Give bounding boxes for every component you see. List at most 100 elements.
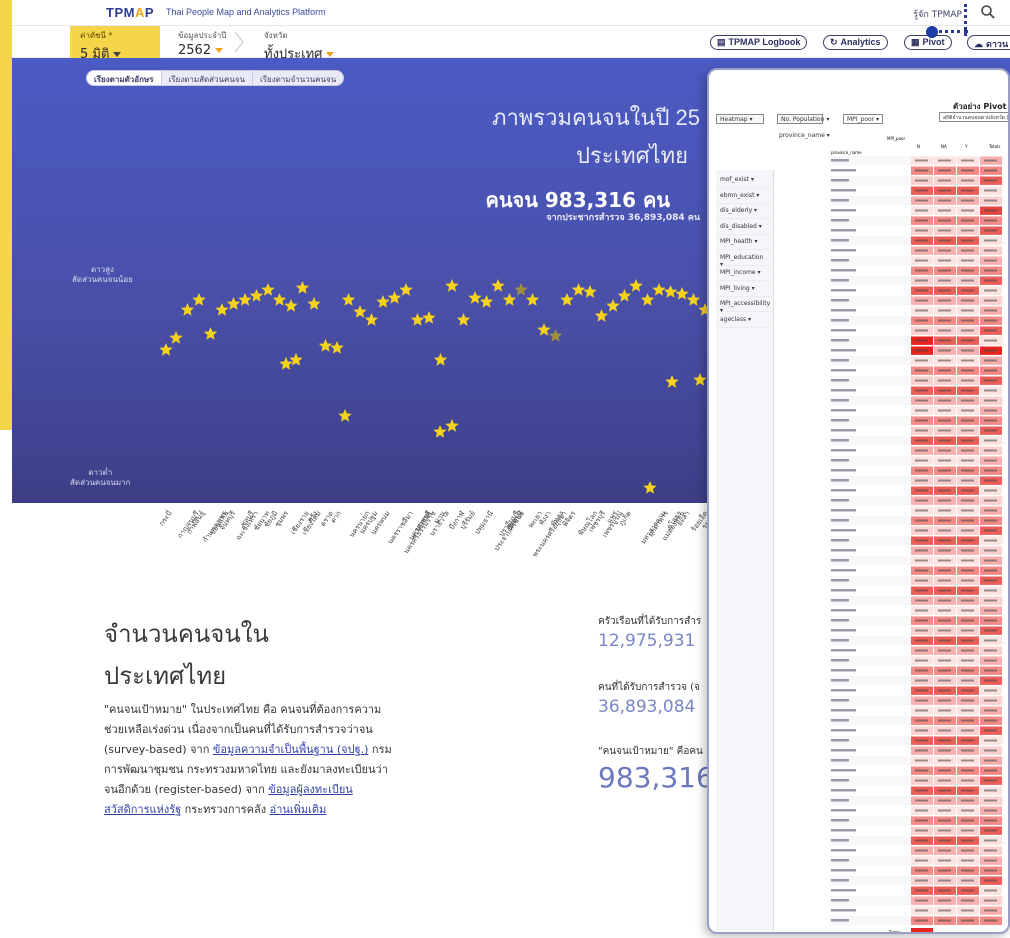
pivot-field-chip[interactable]: MPI_education ▾ <box>716 251 772 268</box>
province-star[interactable] <box>514 283 528 296</box>
province-star[interactable] <box>525 293 540 306</box>
pivot-total-cell <box>911 928 933 932</box>
province-star[interactable] <box>422 311 436 324</box>
basic-needs-data-link[interactable]: ข้อมูลความจำเป็นพื้นฐาน (จปฐ.) <box>213 743 369 756</box>
pivot-field-chip[interactable]: ageclass ▾ <box>716 313 772 328</box>
aggregator-select[interactable]: No. Population ▾ <box>777 114 829 124</box>
pivot-field-chip[interactable]: MPI_income ▾ <box>716 267 772 281</box>
pivot-row-name <box>831 369 856 372</box>
pivot-cell-value <box>984 739 997 742</box>
province-star[interactable] <box>456 313 471 326</box>
province-star[interactable] <box>261 283 275 296</box>
pivot-row-name <box>831 499 849 502</box>
pivot-field-chip[interactable]: MPI_living ▾ <box>716 282 772 297</box>
pivot-cell-value <box>938 209 951 212</box>
province-star[interactable] <box>663 285 678 298</box>
pivot-cell-value <box>938 159 951 162</box>
province-star[interactable] <box>643 481 657 494</box>
pivot-field-chip[interactable]: mof_exist ▾ <box>716 174 772 188</box>
province-star[interactable] <box>318 339 333 352</box>
province-star[interactable] <box>640 293 655 306</box>
pivot-cell-value <box>938 759 951 762</box>
province-star[interactable] <box>433 353 448 366</box>
pivot-row-name <box>831 799 849 802</box>
province-star[interactable] <box>307 297 321 310</box>
pivot-table-preview: ตัวอย่าง Pivot Table ที สถิติจำนวนคนจนตา… <box>707 68 1010 934</box>
province-star[interactable] <box>387 291 402 304</box>
pivot-cell-value <box>915 209 928 212</box>
pivot-row-name <box>831 169 856 172</box>
province-star[interactable] <box>594 309 609 322</box>
pivot-cell-value <box>984 479 997 482</box>
province-star[interactable] <box>399 283 413 296</box>
province-star[interactable] <box>560 293 574 306</box>
province-star[interactable] <box>665 375 679 388</box>
read-more-link[interactable]: อ่านเพิ่มเติม <box>270 803 327 816</box>
pivot-field-chip[interactable]: MPI_accessibility ▾ <box>716 298 772 314</box>
pivot-field-chip[interactable]: MPI_health ▾ <box>716 236 772 250</box>
province-star[interactable] <box>606 299 620 312</box>
pivot-column-header: Totals <box>988 144 1000 149</box>
pivot-field-chip[interactable]: ebmn_exist ▾ <box>716 189 772 204</box>
province-star[interactable] <box>376 295 390 308</box>
pivot-row-name <box>831 549 856 552</box>
pivot-field-chip[interactable]: dis_disabled ▾ <box>716 220 772 235</box>
province-star[interactable] <box>249 289 264 302</box>
province-star[interactable] <box>295 281 310 294</box>
province-star[interactable] <box>617 289 632 302</box>
province-star[interactable] <box>226 297 241 310</box>
province-star[interactable] <box>341 293 356 306</box>
province-star[interactable] <box>686 293 701 306</box>
province-star[interactable] <box>548 329 563 342</box>
pivot-cell-value <box>938 339 951 342</box>
pivot-cell-value <box>938 639 951 642</box>
province-star[interactable] <box>433 425 447 438</box>
province-star[interactable] <box>629 279 643 292</box>
province-star[interactable] <box>159 343 173 356</box>
province-star[interactable] <box>571 283 586 296</box>
province-star[interactable] <box>445 419 459 432</box>
pivot-cell-value <box>984 189 997 192</box>
province-star[interactable] <box>338 409 352 422</box>
pivot-row-name <box>831 519 849 522</box>
province-star[interactable] <box>468 291 482 304</box>
province-star[interactable] <box>583 285 597 298</box>
province-star[interactable] <box>491 279 505 292</box>
province-star[interactable] <box>284 299 298 312</box>
province-star[interactable] <box>180 303 195 316</box>
province-star[interactable] <box>537 323 551 336</box>
province-star[interactable] <box>203 327 218 340</box>
pivot-field-chip[interactable]: dis_elderly ▾ <box>716 205 772 219</box>
pivot-cell-value <box>938 249 951 252</box>
pivot-cell-value <box>984 429 997 432</box>
province-star[interactable] <box>169 331 183 344</box>
province-star[interactable] <box>272 293 287 306</box>
province-star[interactable] <box>410 313 425 326</box>
pivot-cell-value <box>961 399 974 402</box>
pivot-row-name <box>831 589 856 592</box>
province-star[interactable] <box>364 313 379 326</box>
pivot-cell-value <box>984 919 997 922</box>
pivot-cell-value <box>915 829 928 832</box>
province-star[interactable] <box>652 283 666 296</box>
pivot-row-name <box>831 819 849 822</box>
province-star[interactable] <box>479 295 494 308</box>
province-star[interactable] <box>192 293 206 306</box>
province-star[interactable] <box>330 341 344 354</box>
pivot-cell-value <box>938 239 951 242</box>
pivot-cell-value <box>938 569 951 572</box>
province-star[interactable] <box>675 287 689 300</box>
province-star[interactable] <box>238 293 252 306</box>
province-star[interactable] <box>693 373 707 386</box>
renderer-select[interactable]: Heatmap ▾ <box>716 114 764 124</box>
province-star[interactable] <box>502 293 517 306</box>
pivot-column-header: N <box>917 144 920 149</box>
row-field-chip[interactable]: province_name ▾ <box>779 132 830 139</box>
province-star[interactable] <box>289 353 303 366</box>
province-star[interactable] <box>445 279 459 292</box>
pivot-cell-value <box>961 179 974 182</box>
province-star[interactable] <box>215 303 229 316</box>
column-field-chip[interactable]: MPI_poor ▾ <box>843 114 883 124</box>
province-star[interactable] <box>353 305 367 318</box>
pivot-cell-value <box>984 249 997 252</box>
